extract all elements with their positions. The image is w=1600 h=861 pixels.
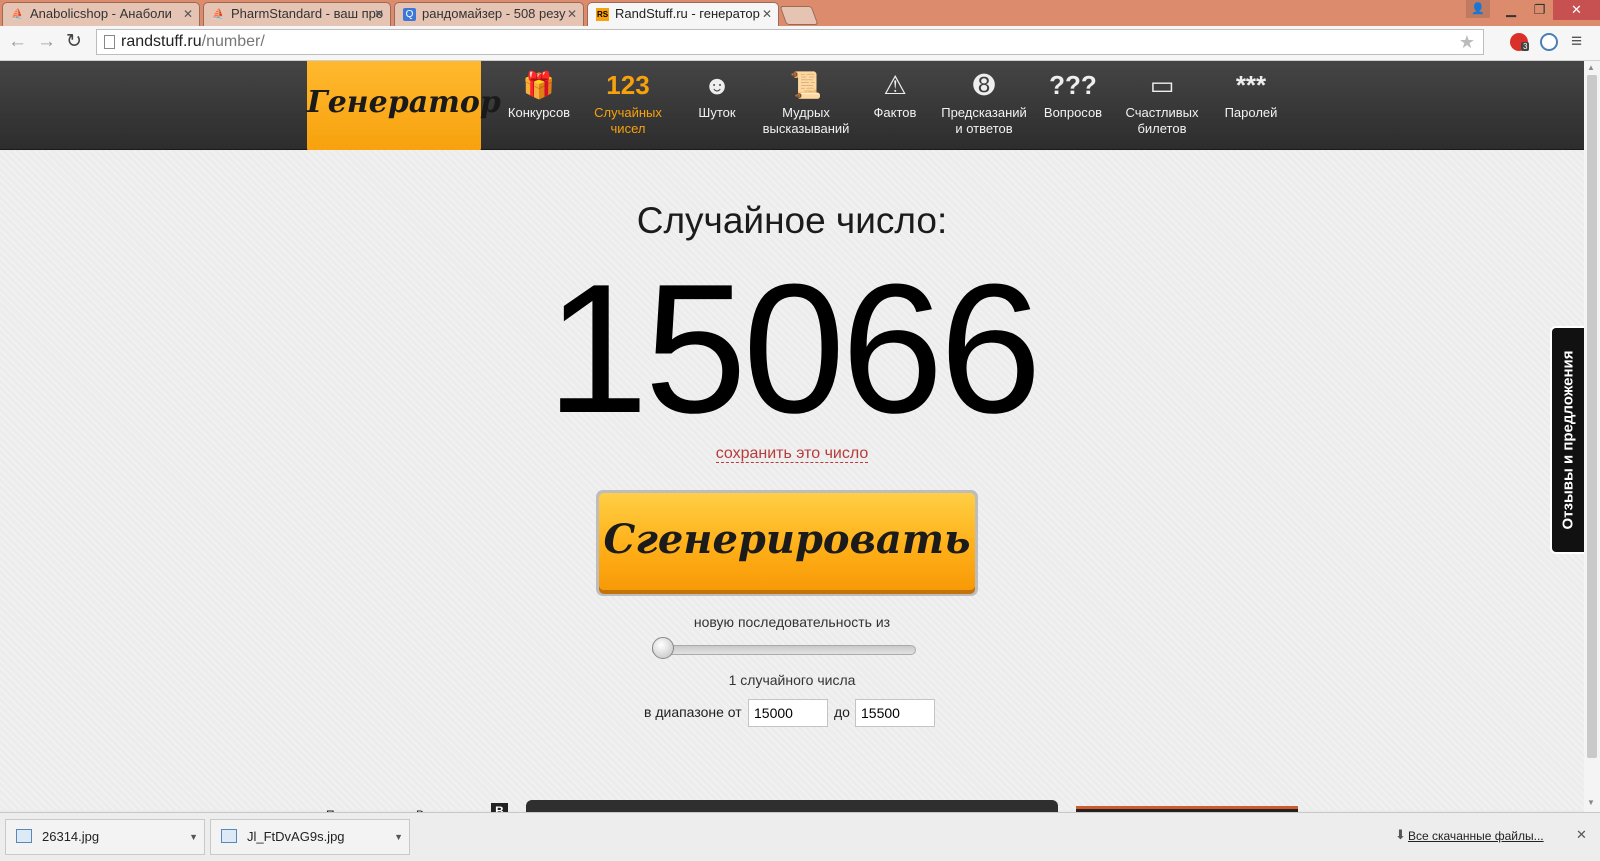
range-row: в диапазоне от до: [644, 699, 944, 727]
nav-predictions[interactable]: ➑ Предсказаний и ответов: [939, 61, 1029, 149]
new-tab-button[interactable]: [779, 6, 819, 25]
nav-label: Шуток: [698, 105, 736, 120]
tab-title: Anabolicshop - Анаболи: [30, 6, 172, 21]
page-scrollbar[interactable]: ▲ ▼: [1584, 61, 1600, 812]
download-item[interactable]: Jl_FtDvAG9s.jpg ▼: [210, 819, 410, 855]
page-icon: [104, 35, 115, 49]
url-path: /number/: [201, 33, 265, 50]
numbers-icon: 123: [606, 70, 650, 100]
site-logo[interactable]: Генератор: [307, 61, 501, 151]
extension-badge: 3: [1521, 42, 1530, 51]
scroll-down-icon[interactable]: ▼: [1587, 798, 1595, 807]
nav-label: Вопросов: [1043, 105, 1103, 120]
user-profile-icon[interactable]: 👤: [1466, 0, 1490, 18]
minimize-icon[interactable]: ▁: [1496, 0, 1526, 20]
result-heading: Случайное число:: [636, 200, 948, 241]
nav-questions[interactable]: ??? Вопросов: [1028, 61, 1118, 149]
extension-icon[interactable]: [1540, 33, 1558, 51]
tab-close-icon[interactable]: ✕: [183, 3, 193, 25]
feedback-tab[interactable]: Отзывы и предложения: [1550, 326, 1584, 554]
image-file-icon: [16, 829, 32, 843]
tab-close-icon[interactable]: ✕: [374, 3, 384, 25]
tab-title: RandStuff.ru - генератор: [615, 6, 760, 21]
image-file-icon: [221, 829, 237, 843]
nav-lucky-tickets[interactable]: ▭ Счастливых билетов: [1117, 61, 1207, 149]
smiley-icon: ☻: [703, 70, 731, 100]
question-marks-icon: ???: [1049, 70, 1097, 100]
menu-icon[interactable]: ≡: [1571, 31, 1582, 53]
back-arrow-icon[interactable]: ←: [8, 31, 27, 53]
eight-ball-icon: ➑: [973, 70, 995, 100]
scrollbar-thumb[interactable]: [1587, 75, 1597, 758]
download-item[interactable]: 26314.jpg ▼: [5, 819, 205, 855]
nav-label: Мудрых высказываний: [762, 105, 850, 136]
nav-label: Конкурсов: [507, 105, 571, 120]
count-slider-track[interactable]: [652, 645, 916, 655]
address-bar[interactable]: randstuff.ru/number/ ★: [96, 29, 1484, 55]
count-label: 1 случайного числа: [728, 672, 856, 688]
download-filename: Jl_FtDvAG9s.jpg: [247, 829, 345, 844]
random-number-display: 15066: [546, 245, 1042, 451]
nav-jokes[interactable]: ☻ Шуток: [672, 61, 762, 149]
nav-label: Счастливых билетов: [1125, 105, 1199, 136]
tab-title: PharmStandard - ваш про: [231, 6, 384, 21]
reload-icon[interactable]: ↻: [66, 31, 82, 53]
range-from-label: в диапазоне от: [644, 704, 742, 720]
show-all-downloads-link[interactable]: Все скачанные файлы...: [1408, 829, 1544, 843]
adblock-extension-icon[interactable]: 3: [1510, 33, 1530, 51]
download-arrow-icon: ⬇: [1395, 827, 1406, 842]
download-filename: 26314.jpg: [42, 829, 100, 844]
asterisks-icon: ***: [1235, 70, 1267, 100]
save-number-link-wrap: сохранить это число: [0, 445, 1584, 463]
nav-facts[interactable]: ⚠ Фактов: [850, 61, 940, 149]
nav-label: Предсказаний и ответов: [941, 105, 1027, 136]
range-to-input[interactable]: [855, 699, 935, 727]
close-window-icon[interactable]: ✕: [1553, 0, 1600, 20]
nav-label: Случайных чисел: [594, 105, 662, 136]
tab-title: рандомайзер - 508 резу: [422, 6, 566, 21]
site-header: Генератор 🎁 Конкурсов 123 Случайных чисе…: [0, 61, 1584, 151]
search-favicon-icon: Q: [403, 8, 416, 22]
browser-tab[interactable]: Qрандомайзер - 508 резу ✕: [394, 2, 584, 26]
nav-quotes[interactable]: 📜 Мудрых высказываний: [761, 61, 851, 149]
browser-titlebar: ⛵ Anabolicshop - Анаболи ✕ ⛵ PharmStandard…: [0, 0, 1600, 26]
browser-tab-active[interactable]: RS RandStuff.ru - генератор ✕: [587, 2, 779, 26]
count-slider-handle[interactable]: [652, 637, 674, 659]
nav-label: Фактов: [873, 105, 917, 120]
chevron-down-icon[interactable]: ▼: [189, 820, 198, 854]
url-host: randstuff.ru: [121, 33, 202, 50]
close-shelf-icon[interactable]: ✕: [1576, 827, 1587, 843]
nav-label: Паролей: [1224, 105, 1278, 120]
bookmark-star-icon[interactable]: ★: [1459, 30, 1475, 54]
site-favicon-icon: ⛵: [11, 9, 24, 21]
nav-passwords[interactable]: *** Паролей: [1206, 61, 1296, 149]
generate-button-label: Сгенерировать: [599, 493, 975, 590]
nav-contests[interactable]: 🎁 Конкурсов: [494, 61, 584, 149]
chevron-down-icon[interactable]: ▼: [394, 820, 403, 854]
browser-tab[interactable]: ⛵ Anabolicshop - Анаболи ✕: [2, 2, 200, 26]
social-widget: [526, 800, 1058, 812]
browser-tab[interactable]: ⛵ PharmStandard - ваш про ✕: [203, 2, 391, 26]
ticket-icon: ▭: [1149, 70, 1175, 100]
range-from-input[interactable]: [748, 699, 828, 727]
save-number-link[interactable]: сохранить это число: [715, 445, 869, 463]
tab-close-icon[interactable]: ✕: [762, 3, 772, 25]
scroll-icon: 📜: [789, 70, 823, 100]
restore-icon[interactable]: ❐: [1526, 0, 1553, 20]
nav-random-numbers[interactable]: 123 Случайных чисел: [583, 61, 673, 149]
browser-toolbar: ← → ↻ randstuff.ru/number/ ★ 3 ≡: [0, 26, 1600, 61]
sequence-label: новую последовательность из: [693, 614, 891, 630]
scroll-up-icon[interactable]: ▲: [1587, 63, 1595, 72]
generate-button[interactable]: Сгенерировать: [596, 490, 978, 596]
forward-arrow-icon[interactable]: →: [37, 31, 56, 53]
randstuff-favicon-icon: RS: [596, 8, 609, 22]
warning-icon: ⚠: [883, 70, 907, 100]
feedback-tab-label: Отзывы и предложения: [1559, 350, 1577, 530]
gift-icon: 🎁: [522, 70, 556, 100]
range-to-label: до: [834, 704, 850, 720]
download-shelf: 26314.jpg ▼ Jl_FtDvAG9s.jpg ▼ ⬇ Все скач…: [0, 812, 1600, 861]
tab-close-icon[interactable]: ✕: [567, 3, 577, 25]
site-favicon-icon: ⛵: [212, 9, 225, 21]
